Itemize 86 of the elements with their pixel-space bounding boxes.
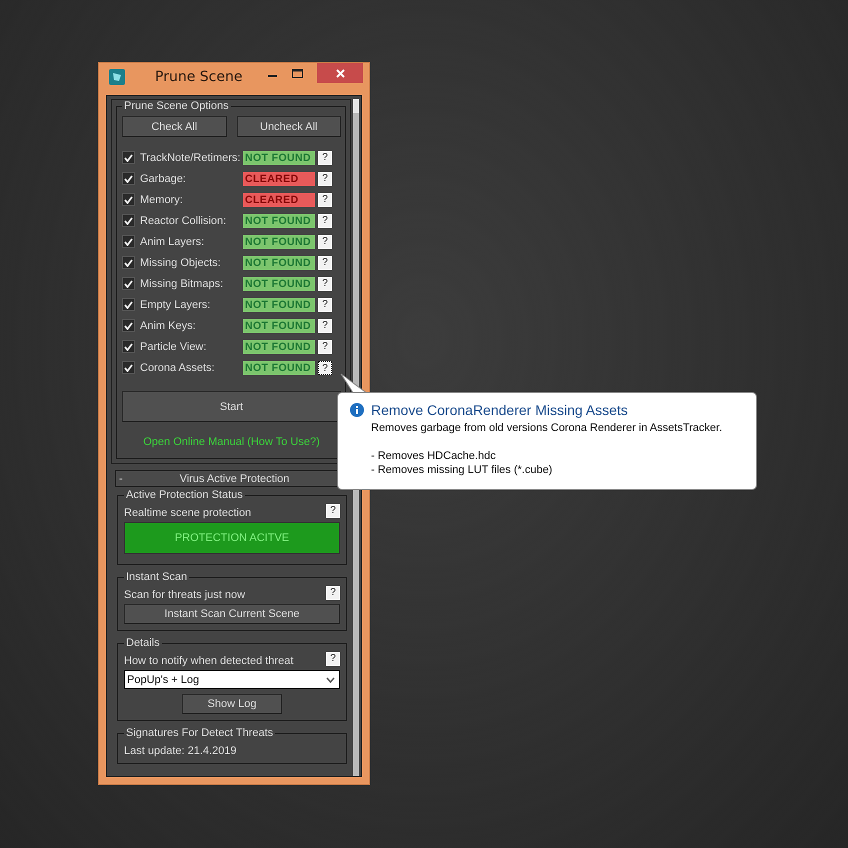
window-title: Prune Scene bbox=[154, 69, 244, 85]
checkbox[interactable] bbox=[122, 298, 135, 311]
manual-link[interactable]: Open Online Manual (How To Use?) bbox=[122, 436, 341, 448]
option-label: Particle View: bbox=[140, 340, 208, 352]
check-icon bbox=[124, 196, 133, 204]
start-button[interactable]: Start bbox=[122, 391, 341, 422]
checkbox[interactable] bbox=[122, 340, 135, 353]
info-icon bbox=[350, 403, 364, 417]
scan-button[interactable]: Instant Scan Current Scene bbox=[124, 604, 340, 624]
status-badge: NOT FOUND bbox=[243, 150, 315, 164]
help-button[interactable]: ? bbox=[326, 586, 340, 600]
help-button[interactable]: ? bbox=[318, 256, 332, 270]
checkbox[interactable] bbox=[122, 235, 135, 248]
status-badge: NOT FOUND bbox=[243, 318, 315, 332]
update-text: Last update: 21.4.2019 bbox=[124, 745, 238, 757]
action-button[interactable]: Uncheck All bbox=[236, 116, 341, 137]
help-button[interactable]: ? bbox=[318, 214, 332, 228]
help-button[interactable]: ? bbox=[318, 298, 332, 312]
check-icon bbox=[124, 216, 133, 224]
field-label: How to notify when detected threat bbox=[124, 655, 294, 667]
check-icon bbox=[124, 322, 133, 330]
app-icon[interactable] bbox=[109, 69, 125, 85]
checkbox[interactable] bbox=[122, 172, 135, 185]
help-button[interactable]: ? bbox=[318, 276, 332, 290]
help-button[interactable]: ? bbox=[318, 192, 332, 206]
tooltip-text: Removes garbage from old versions Corona Renderer in AssetsTracker. bbox=[370, 421, 724, 435]
checkbox[interactable] bbox=[122, 214, 135, 227]
help-button[interactable]: ? bbox=[318, 318, 332, 332]
checkbox[interactable] bbox=[122, 193, 135, 206]
rollout-title: Virus Active Protection bbox=[178, 472, 290, 484]
help-button[interactable]: ? bbox=[318, 360, 332, 374]
check-icon bbox=[124, 364, 133, 372]
tooltip-title: Remove CoronaRenderer Missing Assets bbox=[371, 402, 628, 418]
status-badge: CLEARED bbox=[243, 172, 315, 186]
check-icon bbox=[124, 300, 133, 308]
check-icon bbox=[124, 174, 133, 182]
help-button[interactable]: ? bbox=[318, 340, 332, 354]
group-title: Prune Scene Options bbox=[123, 100, 230, 112]
checkbox[interactable] bbox=[122, 277, 135, 290]
help-button[interactable]: ? bbox=[326, 652, 340, 666]
option-label: Missing Bitmaps: bbox=[140, 278, 224, 290]
check-icon bbox=[124, 280, 133, 288]
option-label: Reactor Collision: bbox=[140, 214, 228, 226]
collapse-toggle[interactable]: - bbox=[116, 472, 133, 484]
group-title: Details bbox=[125, 637, 161, 649]
tooltip-text: - Removes missing LUT files (*.cube) bbox=[370, 463, 554, 477]
status-badge: NOT FOUND bbox=[243, 256, 315, 270]
help-button[interactable]: ? bbox=[318, 172, 332, 186]
status-badge: NOT FOUND bbox=[243, 340, 315, 354]
group-title: Instant Scan bbox=[125, 571, 188, 583]
close-button[interactable] bbox=[317, 63, 363, 83]
option-label: Anim Keys: bbox=[140, 320, 197, 332]
option-label: Garbage: bbox=[140, 172, 187, 184]
show-log-button[interactable]: Show Log bbox=[182, 694, 282, 714]
status-badge: NOT FOUND bbox=[243, 214, 315, 228]
check-icon bbox=[124, 258, 133, 266]
option-label: Corona Assets: bbox=[140, 362, 216, 374]
option-label: Anim Layers: bbox=[140, 236, 206, 248]
check-icon bbox=[124, 238, 133, 246]
notify-dropdown[interactable]: PopUp's + Log bbox=[124, 670, 340, 689]
action-button[interactable]: Check All bbox=[122, 116, 226, 137]
close-icon bbox=[336, 68, 344, 78]
status-badge: NOT FOUND bbox=[243, 276, 315, 290]
check-icon bbox=[124, 154, 133, 162]
field-label: Scan for threats just now bbox=[124, 589, 246, 601]
help-button[interactable]: ? bbox=[318, 150, 332, 164]
checkbox[interactable] bbox=[122, 151, 135, 164]
checkbox[interactable] bbox=[122, 361, 135, 374]
help-button[interactable]: ? bbox=[318, 234, 332, 248]
check-icon bbox=[124, 342, 133, 350]
help-button[interactable]: ? bbox=[326, 504, 340, 518]
maximize-icon[interactable] bbox=[292, 69, 303, 79]
status-badge: NOT FOUND bbox=[243, 234, 315, 248]
checkbox[interactable] bbox=[122, 256, 135, 269]
option-label: Missing Objects: bbox=[140, 256, 222, 268]
status-badge: CLEARED bbox=[243, 192, 315, 206]
group-title: Signatures For Detect Threats bbox=[125, 727, 274, 739]
status-badge: NOT FOUND bbox=[243, 298, 315, 312]
status-badge: NOT FOUND bbox=[243, 360, 315, 374]
group-title: Active Protection Status bbox=[125, 489, 244, 501]
tooltip-text: - Removes HDCache.hdc bbox=[370, 449, 497, 463]
field-label: Realtime scene protection bbox=[124, 507, 252, 519]
option-label: Empty Layers: bbox=[140, 298, 212, 310]
checkbox[interactable] bbox=[122, 319, 135, 332]
option-label: Memory: bbox=[140, 194, 184, 206]
option-label: TrackNote/Retimers: bbox=[140, 152, 242, 164]
